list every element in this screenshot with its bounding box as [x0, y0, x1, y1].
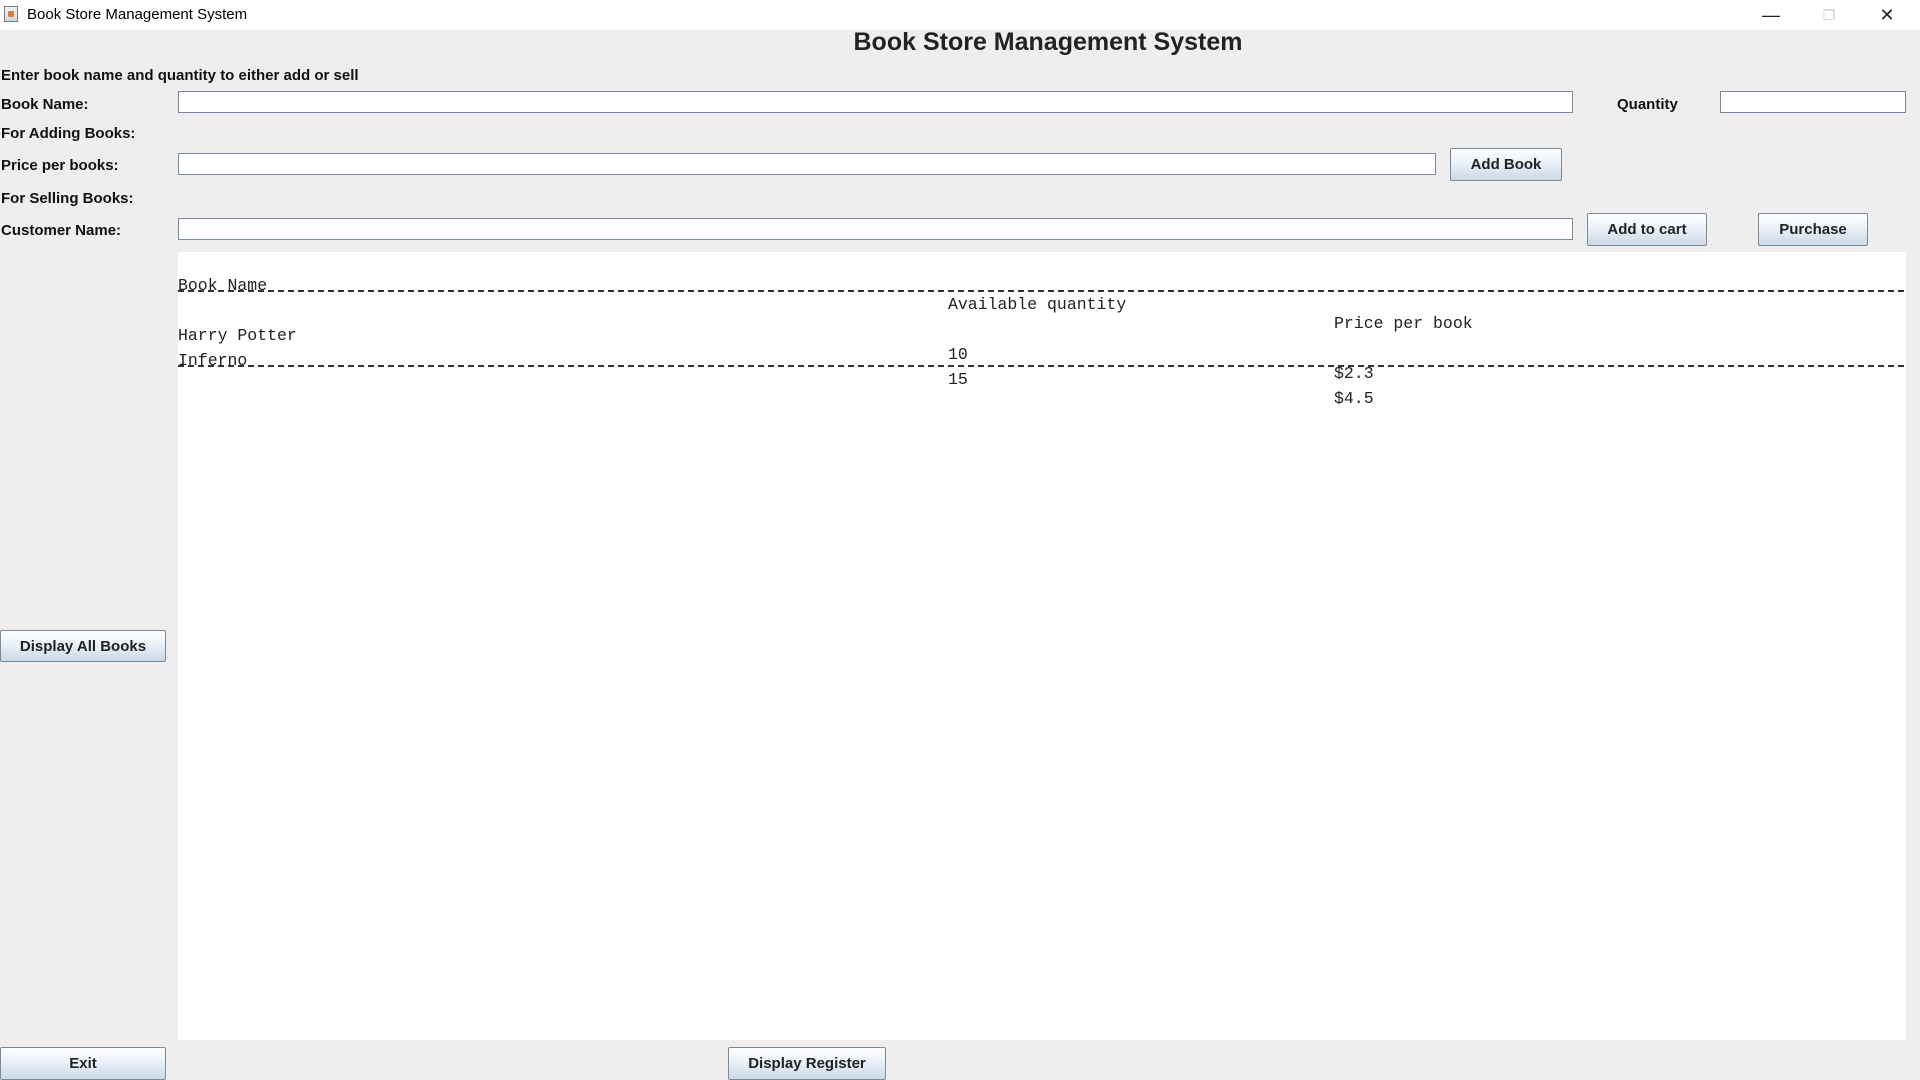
row-quantity: 10 [948, 345, 968, 364]
output-row: Inferno 15 $4.5 [178, 332, 1374, 408]
purchase-button[interactable]: Purchase [1758, 213, 1868, 246]
book-name-field[interactable] [178, 91, 1573, 113]
add-to-cart-button[interactable]: Add to cart [1587, 213, 1707, 246]
display-all-books-button[interactable]: Display All Books [0, 630, 166, 662]
price-field[interactable] [178, 153, 1436, 175]
price-input[interactable] [179, 154, 1435, 174]
customer-name-field[interactable] [178, 218, 1573, 240]
column-header-book-name: Book Name [178, 276, 268, 295]
exit-button[interactable]: Exit [0, 1047, 166, 1080]
row-price: $4.5 [1334, 389, 1374, 408]
books-output-area[interactable]: Book Name Available quantity Price per b… [178, 252, 1906, 1040]
selling-section-label: For Selling Books: [1, 190, 134, 207]
row-quantity: 15 [948, 370, 968, 389]
price-label: Price per books: [1, 157, 119, 174]
quantity-input[interactable] [1721, 92, 1905, 112]
column-header-price: Price per book [1334, 314, 1473, 333]
output-separator-top [178, 290, 1904, 292]
minimize-icon[interactable]: — [1742, 0, 1800, 30]
adding-section-label: For Adding Books: [1, 125, 136, 142]
output-row: Harry Potter 10 $2.3 [178, 307, 1374, 383]
display-register-button[interactable]: Display Register [728, 1047, 886, 1080]
instructions-label: Enter book name and quantity to either a… [1, 67, 359, 84]
app-heading: Book Store Management System [853, 28, 1243, 56]
row-book-name: Inferno [178, 351, 248, 370]
book-name-label: Book Name: [1, 96, 89, 113]
window-title: Book Store Management System [27, 6, 248, 23]
output-separator-bottom [178, 365, 1904, 367]
close-icon[interactable]: ✕ [1858, 0, 1916, 30]
java-app-icon [4, 6, 18, 22]
window-titlebar: Book Store Management System — ❐ ✕ [0, 0, 1920, 30]
output-header-row: Book Name Available quantity Price per b… [178, 257, 1473, 333]
add-book-button[interactable]: Add Book [1450, 148, 1562, 181]
quantity-label: Quantity [1617, 96, 1678, 113]
customer-name-input[interactable] [179, 219, 1572, 239]
column-header-quantity: Available quantity [948, 295, 1127, 314]
book-name-input[interactable] [179, 92, 1572, 112]
customer-name-label: Customer Name: [1, 222, 122, 239]
maximize-icon: ❐ [1822, 6, 1836, 23]
quantity-field[interactable] [1720, 91, 1906, 113]
